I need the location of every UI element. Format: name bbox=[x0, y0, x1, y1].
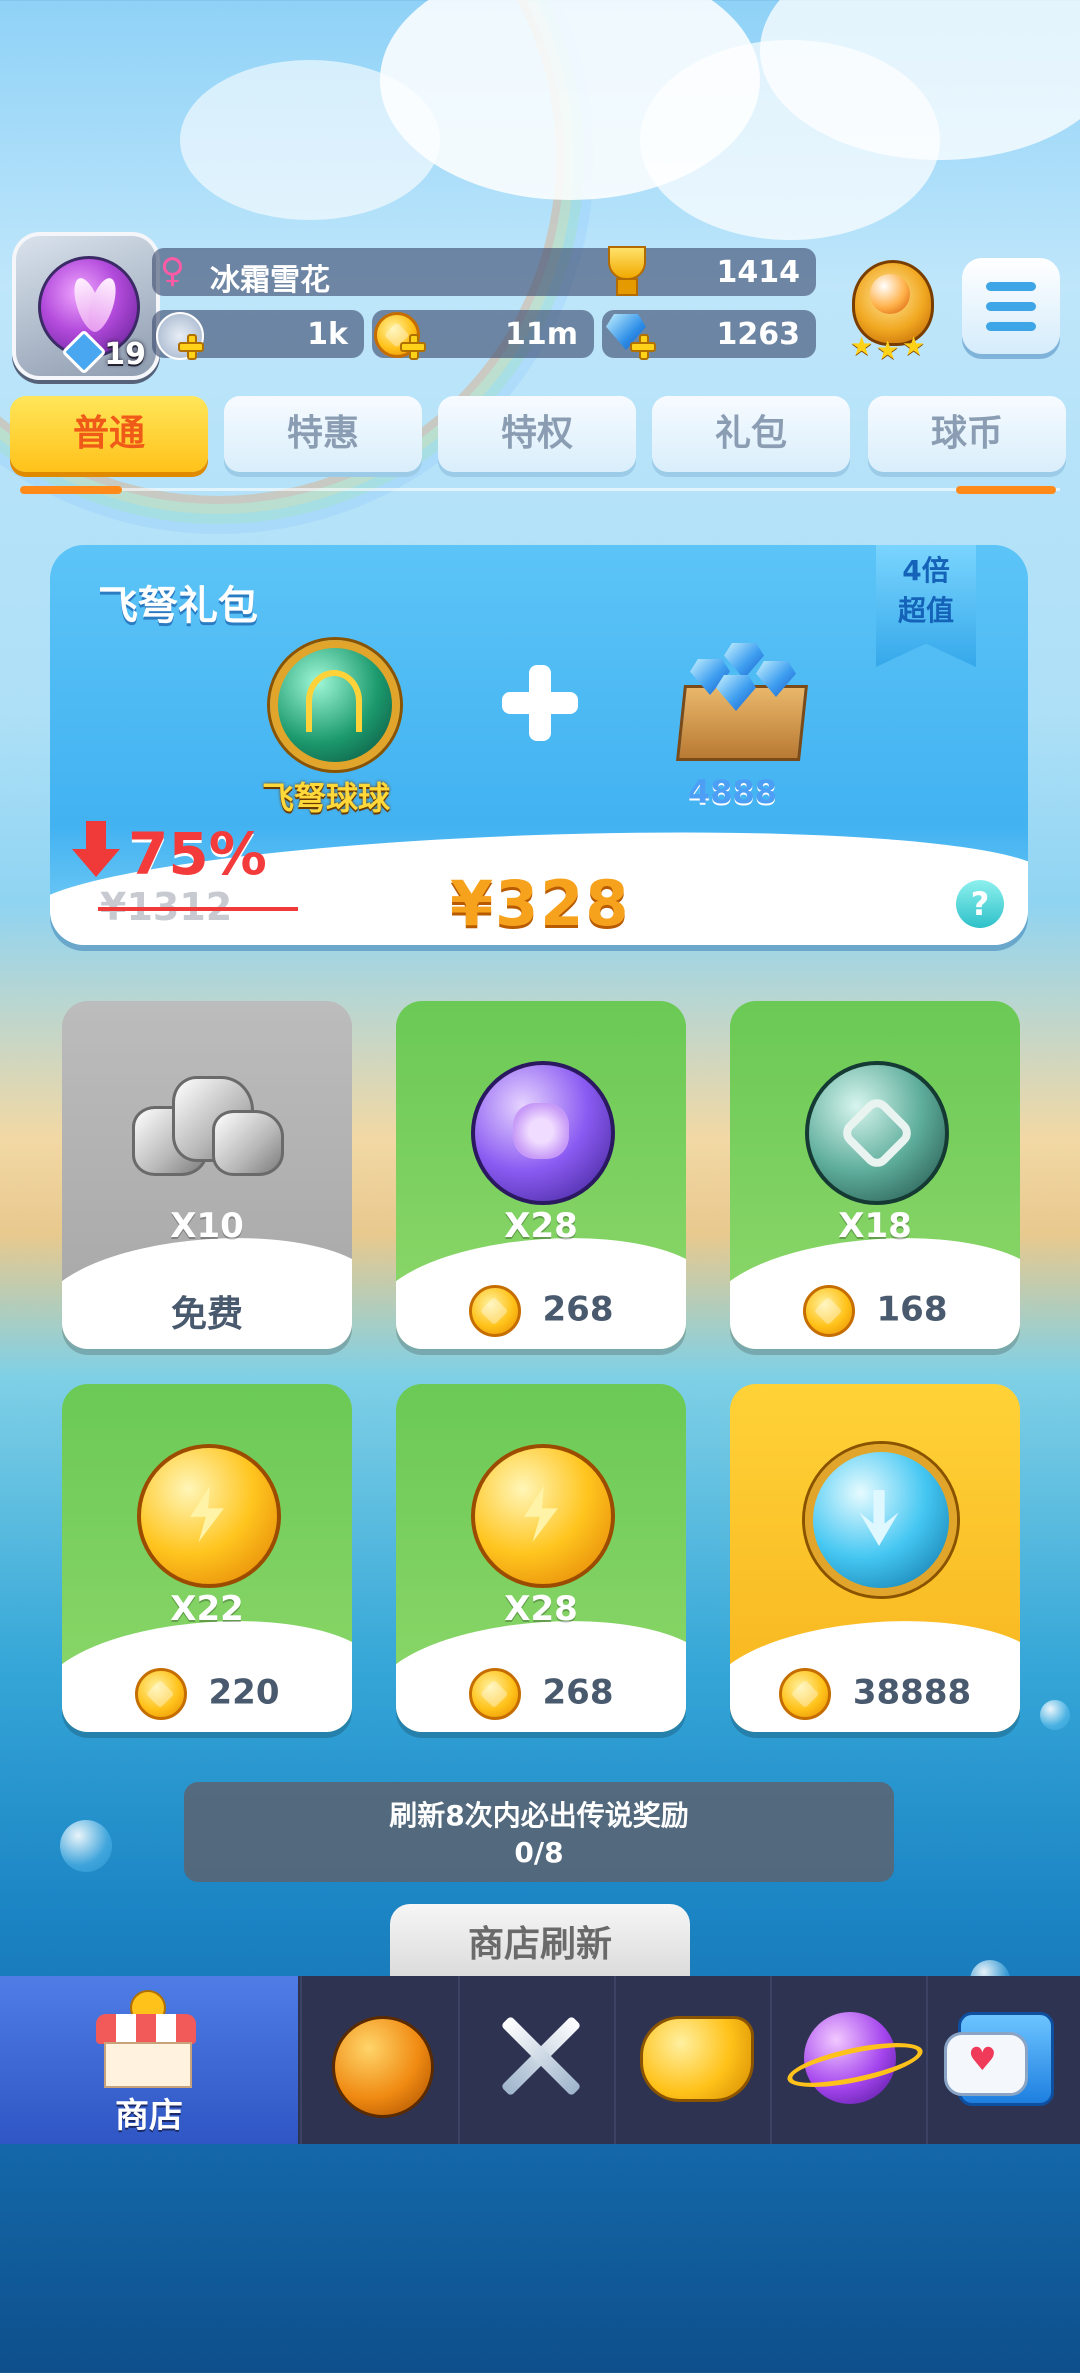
item-price: 268 bbox=[542, 1289, 614, 1330]
item-cost: 268 bbox=[396, 1285, 686, 1337]
rank-badge-icon[interactable]: ★ ★ ★ bbox=[840, 260, 940, 366]
bubble-decoration bbox=[1040, 1700, 1070, 1730]
gift-pack-card[interactable]: 飞弩礼包 4倍 超值 飞弩球球 4888 75% ¥1312 ¥328 ? bbox=[50, 545, 1028, 945]
lightning-orb-icon bbox=[137, 1444, 281, 1588]
gems-bar[interactable]: 1263 bbox=[602, 310, 816, 360]
tab-special-offer[interactable]: 特惠 bbox=[224, 396, 422, 472]
gem-count: 1263 bbox=[716, 317, 801, 352]
shop-item-card[interactable]: X28 268 bbox=[396, 1001, 686, 1349]
bottom-nav: 商店 ♥ bbox=[0, 1976, 1080, 2144]
coin-icon bbox=[134, 1668, 187, 1720]
player-name: 冰霜雪花 bbox=[210, 263, 330, 298]
item-cost: 168 bbox=[730, 1285, 1020, 1337]
star-count: 1k bbox=[307, 317, 348, 352]
chain-orb-icon bbox=[805, 1061, 949, 1205]
item-price: 168 bbox=[876, 1289, 948, 1330]
value-badge: 4倍 超值 bbox=[876, 545, 976, 667]
player-avatar[interactable]: 19 bbox=[12, 232, 160, 380]
player-level: 19 bbox=[104, 337, 146, 372]
tab-divider bbox=[20, 488, 1060, 491]
add-stars-icon[interactable] bbox=[178, 334, 204, 360]
stone-icon bbox=[132, 1076, 284, 1186]
pack-price: ¥328 bbox=[450, 867, 631, 940]
help-button[interactable]: ? bbox=[956, 880, 1004, 928]
tab-normal[interactable]: 普通 bbox=[10, 396, 208, 472]
stars-bar[interactable]: 1k bbox=[152, 310, 364, 360]
plus-icon bbox=[502, 665, 578, 741]
discount-percent: 75% bbox=[128, 820, 267, 888]
item-cost: 38888 bbox=[730, 1668, 1020, 1720]
item-cost: 220 bbox=[62, 1668, 352, 1720]
coin-icon bbox=[468, 1285, 521, 1337]
shop-item-card[interactable]: X18 168 bbox=[730, 1001, 1020, 1349]
tab-ball-coin[interactable]: 球币 bbox=[868, 396, 1066, 472]
item-quantity: X28 bbox=[504, 1206, 578, 1246]
shop-item-card[interactable]: 38888 bbox=[730, 1384, 1020, 1732]
shop-item-card[interactable]: X22 220 bbox=[62, 1384, 352, 1732]
cloud-decoration bbox=[180, 60, 440, 220]
refresh-info-text: 刷新8次内必出传说奖励 bbox=[389, 1799, 689, 1832]
item-price: 220 bbox=[208, 1672, 280, 1713]
tab-underline bbox=[956, 486, 1056, 494]
tab-gift-pack[interactable]: 礼包 bbox=[652, 396, 850, 472]
crossbow-ball-label: 飞弩球球 bbox=[262, 779, 391, 817]
item-quantity: X28 bbox=[504, 1589, 578, 1629]
nav-shop-label: 商店 bbox=[115, 2096, 183, 2136]
coin-count: 11m bbox=[504, 317, 578, 352]
legendary-orb-icon bbox=[805, 1444, 957, 1596]
item-cost: 268 bbox=[396, 1668, 686, 1720]
player-info-bar: ♀ 冰霜雪花 1414 bbox=[152, 246, 816, 298]
crossed-swords-icon bbox=[490, 2006, 590, 2106]
gift-pack-title: 飞弩礼包 bbox=[98, 583, 258, 629]
nav-shop[interactable]: 商店 bbox=[0, 1976, 298, 2144]
nav-battle[interactable] bbox=[458, 1976, 616, 2144]
value-badge-line1: 4倍 bbox=[902, 554, 950, 587]
shop-item-card[interactable]: X10 免费 bbox=[62, 1001, 352, 1349]
gem-chest-icon bbox=[670, 635, 810, 765]
bubble-decoration bbox=[60, 1820, 112, 1872]
tab-underline bbox=[20, 486, 122, 494]
lightning-orb-icon bbox=[471, 1444, 615, 1588]
female-icon: ♀ bbox=[160, 251, 185, 291]
value-badge-line2: 超值 bbox=[897, 594, 954, 627]
crossbow-ball-icon bbox=[270, 640, 400, 770]
shop-icon bbox=[96, 1990, 196, 2088]
tab-privilege[interactable]: 特权 bbox=[438, 396, 636, 472]
item-price: 38888 bbox=[852, 1672, 972, 1713]
clover-orb-icon bbox=[471, 1061, 615, 1205]
nav-whistle[interactable] bbox=[614, 1976, 772, 2144]
shop-refresh-button[interactable]: 商店刷新 bbox=[390, 1904, 690, 1986]
strikethrough bbox=[98, 907, 298, 911]
ball-bag-icon bbox=[332, 2016, 434, 2118]
coin-icon bbox=[778, 1668, 831, 1720]
heart-icon: ♥ bbox=[968, 2040, 997, 2078]
down-arrow-icon bbox=[72, 821, 120, 879]
menu-button[interactable] bbox=[962, 258, 1060, 354]
free-label: 免费 bbox=[170, 1294, 243, 1335]
item-price: 268 bbox=[542, 1672, 614, 1713]
coins-bar[interactable]: 11m bbox=[372, 310, 594, 360]
item-quantity: X18 bbox=[838, 1206, 912, 1246]
add-gems-icon[interactable] bbox=[630, 334, 656, 360]
nav-social[interactable]: ♥ bbox=[926, 1976, 1080, 2144]
coin-icon bbox=[468, 1668, 521, 1720]
shop-item-card[interactable]: X28 268 bbox=[396, 1384, 686, 1732]
trophy-icon bbox=[598, 242, 652, 296]
refresh-info-box: 刷新8次内必出传说奖励 0/8 bbox=[184, 1782, 894, 1882]
gem-amount-label: 4888 bbox=[688, 773, 778, 811]
trophy-count: 1414 bbox=[716, 255, 801, 290]
item-quantity: X22 bbox=[170, 1589, 244, 1629]
add-coins-icon[interactable] bbox=[400, 334, 426, 360]
nav-ball-bag[interactable] bbox=[300, 1976, 458, 2144]
nav-planet[interactable] bbox=[770, 1976, 928, 2144]
item-quantity: X10 bbox=[170, 1206, 244, 1246]
refresh-progress: 0/8 bbox=[514, 1836, 564, 1869]
coin-icon bbox=[802, 1285, 855, 1337]
whistle-icon bbox=[640, 2016, 754, 2102]
